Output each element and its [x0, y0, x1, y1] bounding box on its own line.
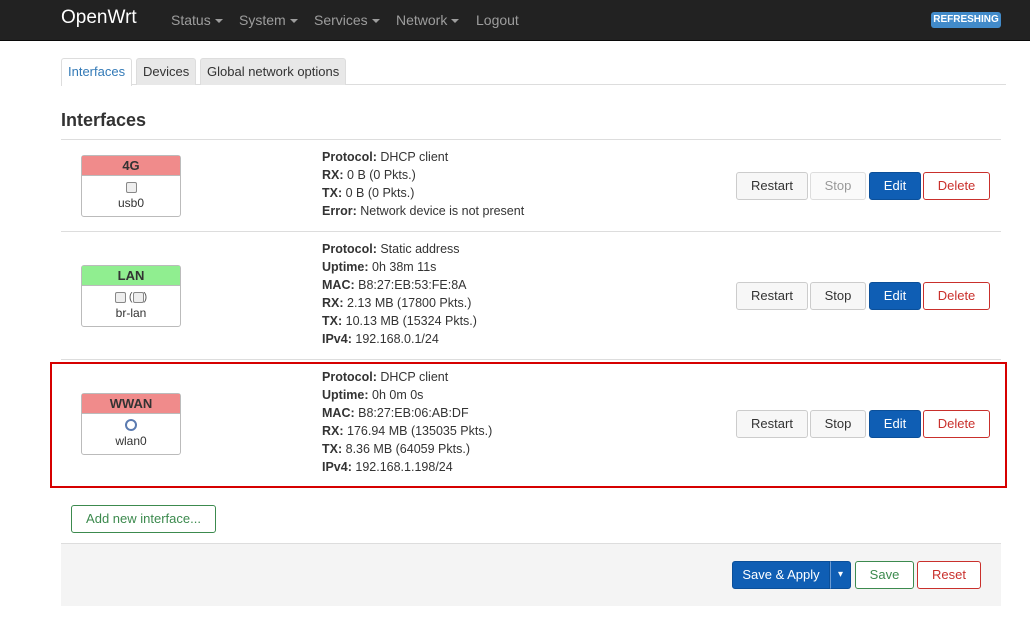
save-apply-button[interactable]: Save & Apply — [732, 561, 830, 589]
caret-down-icon — [371, 19, 380, 24]
restart-button[interactable]: Restart — [736, 282, 808, 310]
row-divider — [61, 139, 1001, 140]
ethernet-port-icon — [125, 181, 137, 193]
brand-logo[interactable]: OpenWrt — [61, 7, 137, 29]
delete-button[interactable]: Delete — [923, 172, 990, 200]
caret-down-icon — [451, 19, 460, 24]
interface-info-wwan: Protocol: DHCP client Uptime: 0h 0m 0s M… — [322, 370, 493, 474]
edit-button[interactable]: Edit — [869, 410, 921, 438]
restart-button[interactable]: Restart — [736, 410, 808, 438]
delete-button[interactable]: Delete — [923, 410, 990, 438]
interface-name: WWAN — [82, 394, 180, 414]
device-icons — [82, 179, 180, 196]
tab-devices[interactable]: Devices — [136, 58, 197, 85]
interface-badge-wwan: WWAN wlan0 — [81, 393, 181, 455]
interface-name: LAN — [82, 266, 180, 286]
stop-button[interactable]: Stop — [810, 172, 866, 200]
restart-button[interactable]: Restart — [736, 172, 808, 200]
tab-interfaces[interactable]: Interfaces — [61, 58, 133, 86]
interface-device: usb0 — [117, 196, 145, 210]
menu-logout[interactable]: Logout — [476, 12, 519, 28]
interface-badge-4g: 4G usb0 — [81, 155, 181, 217]
refreshing-badge[interactable]: REFRESHING — [931, 12, 1001, 28]
edit-button[interactable]: Edit — [869, 172, 921, 200]
interface-name: 4G — [82, 156, 180, 176]
menu-services[interactable]: Services — [314, 12, 380, 28]
top-navbar: OpenWrt Status System Services Network L… — [0, 0, 1030, 41]
tab-global-network-options[interactable]: Global network options — [200, 58, 347, 85]
interface-info-4g: Protocol: DHCP client RX: 0 B (0 Pkts.) … — [322, 150, 525, 218]
device-icons: () — [82, 289, 180, 306]
reset-button[interactable]: Reset — [917, 561, 981, 589]
stop-button[interactable]: Stop — [810, 410, 866, 438]
interface-device: wlan0 — [115, 434, 147, 448]
delete-button[interactable]: Delete — [923, 282, 990, 310]
edit-button[interactable]: Edit — [869, 282, 921, 310]
caret-down-icon — [289, 19, 298, 24]
interface-badge-lan: LAN () br-lan — [81, 265, 181, 327]
device-icons — [82, 417, 180, 434]
row-divider — [61, 231, 1001, 232]
save-button[interactable]: Save — [855, 561, 914, 589]
add-interface-button[interactable]: Add new interface... — [71, 505, 216, 533]
ethernet-port-icon — [132, 291, 144, 303]
menu-system[interactable]: System — [239, 12, 298, 28]
caret-down-icon — [214, 19, 223, 24]
wifi-icon — [125, 419, 137, 432]
row-divider — [61, 359, 1001, 360]
save-apply-dropdown-button[interactable]: ▾ — [830, 561, 851, 589]
menu-status[interactable]: Status — [171, 12, 223, 28]
menu-network[interactable]: Network — [396, 12, 460, 28]
stop-button[interactable]: Stop — [810, 282, 866, 310]
interface-device: br-lan — [115, 306, 147, 320]
tab-bar: Interfaces Devices Global network option… — [61, 58, 1006, 86]
interface-info-lan: Protocol: Static address Uptime: 0h 38m … — [322, 242, 477, 346]
bridge-icon — [114, 291, 126, 303]
section-title: Interfaces — [61, 110, 147, 130]
